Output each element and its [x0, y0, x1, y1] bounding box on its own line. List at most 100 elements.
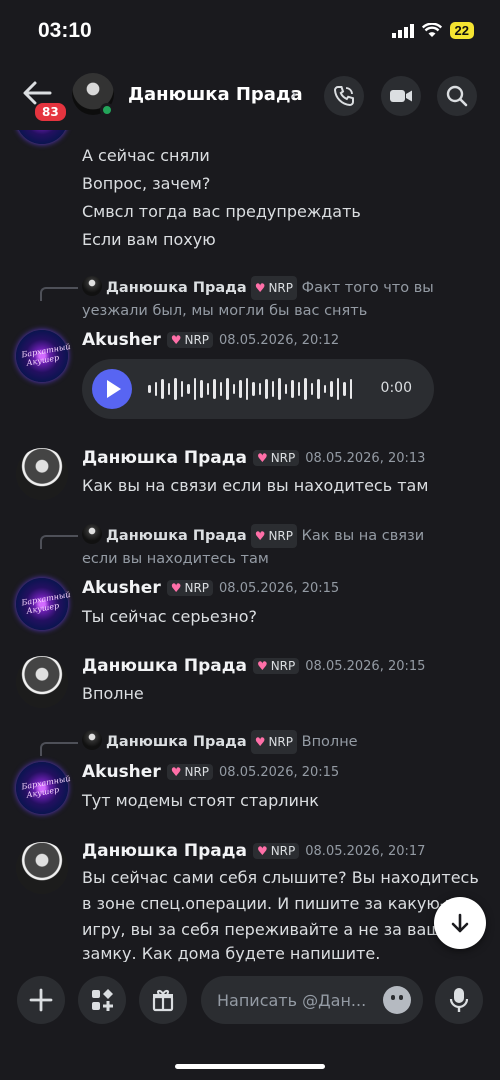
message-text: Ты сейчас серьезно?	[82, 607, 257, 626]
message-text: в зоне спец.операции. И пишите за какую-…	[82, 894, 465, 913]
heart-icon: ♥	[170, 765, 182, 779]
home-indicator	[175, 1064, 325, 1069]
message-timestamp: 08.05.2026, 20:15	[219, 580, 340, 596]
heart-icon: ♥	[254, 735, 266, 749]
message-author[interactable]: Akusher	[82, 330, 161, 350]
dm-recipient-name[interactable]: Данюшка Прада	[128, 84, 303, 105]
reply-avatar	[82, 276, 102, 296]
nrp-tag: ♥ NRP	[166, 332, 214, 348]
battery-indicator: 22	[449, 22, 474, 39]
status-time: 03:10	[38, 19, 92, 42]
attach-button[interactable]	[17, 976, 65, 1024]
voice-call-button[interactable]	[324, 76, 364, 116]
search-button[interactable]	[437, 76, 477, 116]
play-button[interactable]	[92, 369, 132, 409]
reply-author: Данюшка Прада	[106, 280, 247, 296]
avatar[interactable]	[16, 656, 68, 708]
status-bar: 03:10 22	[0, 0, 500, 64]
message-timestamp: 08.05.2026, 20:17	[305, 843, 426, 859]
message-text: Вполне	[82, 684, 144, 703]
message-text: Тут модемы стоят старлинк	[82, 791, 319, 810]
reply-preview[interactable]: Данюшка Прада ♥ NRP Вполне	[82, 730, 442, 754]
avatar[interactable]: Бархатный Акушер	[16, 578, 71, 630]
message-author[interactable]: Данюшка Прада	[82, 841, 247, 861]
tag-label: NRP	[270, 844, 296, 858]
emoji-icon[interactable]	[383, 986, 411, 1014]
tag-label: NRP	[268, 529, 294, 543]
avatar-lettering: Бархатный Акушер	[20, 342, 72, 368]
message-timestamp: 08.05.2026, 20:15	[305, 658, 426, 674]
heart-icon: ♥	[254, 529, 266, 543]
nrp-tag: ♥ NRP	[252, 450, 300, 466]
online-status-dot	[100, 103, 114, 117]
heart-icon: ♥	[170, 581, 182, 595]
message-timestamp: 08.05.2026, 20:13	[305, 450, 426, 466]
message-list[interactable]: А сейчас сняли Вопрос, зачем? Смвсл тогд…	[0, 130, 500, 962]
mic-icon	[449, 988, 469, 1012]
waveform[interactable]	[148, 377, 352, 401]
reply-preview[interactable]: Данюшка Прада ♥ NRP Факт того что вы уезжа…	[82, 276, 442, 322]
message-text: А сейчас сняли	[82, 146, 210, 165]
status-icons: 22	[391, 22, 474, 39]
voice-message-player: 0:00	[82, 359, 434, 419]
message-author[interactable]: Данюшка Прада	[82, 448, 247, 468]
avatar[interactable]: Бархатный Акушер	[16, 762, 71, 814]
heart-icon: ♥	[256, 844, 268, 858]
channel-header: 83 Данюшка Прада ›	[0, 64, 500, 130]
nrp-tag: ♥ NRP	[166, 580, 214, 596]
nrp-tag: ♥ NRP	[250, 524, 298, 548]
apps-button[interactable]	[78, 976, 126, 1024]
search-icon	[446, 85, 468, 107]
tag-label: NRP	[268, 735, 294, 749]
wifi-icon	[421, 23, 442, 37]
reply-preview[interactable]: Данюшка Прада ♥ NRP Как вы на связи если в…	[82, 524, 442, 570]
nrp-tag: ♥ NRP	[252, 843, 300, 859]
plus-icon	[29, 988, 53, 1012]
heart-icon: ♥	[256, 451, 268, 465]
avatar[interactable]	[16, 842, 68, 894]
reply-text: Вполне	[301, 734, 358, 750]
nrp-tag: ♥ NRP	[250, 276, 298, 300]
avatar[interactable]: Бархатный Акушер	[16, 330, 72, 382]
reply-author: Данюшка Прада	[106, 528, 247, 544]
avatar[interactable]	[16, 448, 68, 500]
apps-icon	[92, 989, 113, 1011]
voice-record-button[interactable]	[435, 976, 483, 1024]
nrp-tag: ♥ NRP	[252, 658, 300, 674]
arrow-down-icon	[451, 913, 469, 933]
voice-duration: 0:00	[380, 380, 412, 396]
message-author[interactable]: Данюшка Прада	[82, 656, 247, 676]
video-call-button[interactable]	[381, 76, 421, 116]
message-text: Вы сейчас сами себя слышите? Вы находите…	[82, 868, 479, 887]
heart-icon: ♥	[170, 333, 182, 347]
nrp-tag: ♥ NRP	[250, 730, 298, 754]
reply-connector	[40, 287, 78, 301]
message-text: Если вам похую	[82, 230, 216, 249]
message-text: замку. Как дома будете напишите.	[82, 944, 381, 962]
message-timestamp: 08.05.2026, 20:15	[219, 764, 340, 780]
reply-connector	[40, 742, 78, 756]
message-composer	[0, 962, 500, 1080]
jump-to-latest-button[interactable]	[434, 897, 486, 949]
signal-icon	[391, 23, 414, 38]
message-text: Как вы на связи если вы находитесь там	[82, 476, 429, 495]
message-text: игру, вы за себя переживайте а не за ваш…	[82, 920, 451, 939]
message-timestamp: 08.05.2026, 20:12	[219, 332, 340, 348]
tag-label: NRP	[184, 765, 210, 779]
message-author[interactable]: Akusher	[82, 578, 161, 598]
message-author[interactable]: Akusher	[82, 762, 161, 782]
gift-button[interactable]	[139, 976, 187, 1024]
reply-connector	[40, 535, 78, 549]
chevron-right-icon[interactable]: ›	[290, 84, 297, 105]
message-header: Данюшка Прада ♥ NRP 08.05.2026, 20:15	[82, 656, 425, 676]
message-header: Akusher ♥ NRP 08.05.2026, 20:12	[82, 330, 339, 350]
message-text: Смвсл тогда вас предупреждать	[82, 202, 361, 221]
heart-icon: ♥	[256, 659, 268, 673]
message-header: Данюшка Прада ♥ NRP 08.05.2026, 20:17	[82, 841, 425, 861]
message-text: Вопрос, зачем?	[82, 174, 211, 193]
gift-icon	[152, 990, 174, 1012]
reply-author: Данюшка Прада	[106, 734, 247, 750]
tag-label: NRP	[270, 451, 296, 465]
video-icon	[390, 90, 412, 102]
avatar[interactable]	[16, 130, 68, 144]
